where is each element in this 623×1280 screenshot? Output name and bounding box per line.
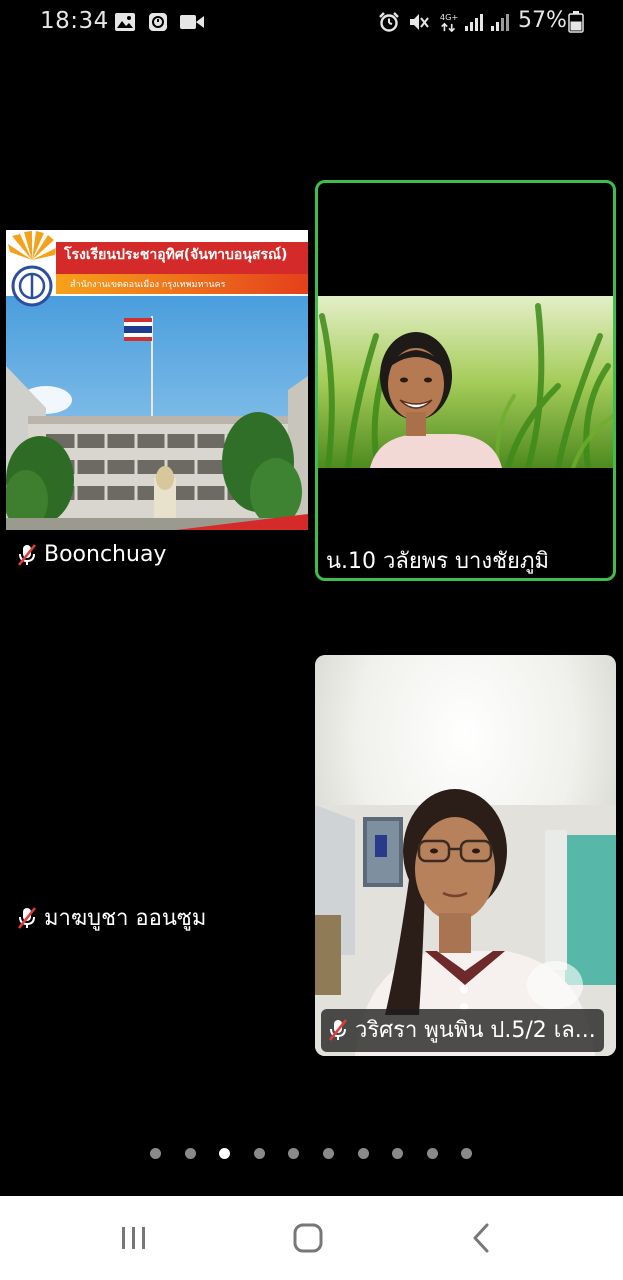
page-dot[interactable] — [426, 1148, 438, 1159]
signal-icon-2 — [491, 14, 509, 31]
participant-name-row: วริศรา พูนพิน ป.5/2 เล... — [321, 1009, 604, 1052]
school-banner-image — [6, 230, 308, 530]
video-icon — [180, 15, 204, 29]
alarm-icon — [379, 12, 399, 32]
participant-name: มาฆบูชา ออนซูม — [44, 906, 207, 931]
muted-mic-icon — [328, 1018, 348, 1041]
camera-feed — [315, 655, 616, 1056]
camera-feed — [318, 296, 613, 468]
battery-percent: 57% — [518, 8, 567, 33]
participant-name-row: มาฆบูชา ออนซูม — [16, 900, 206, 935]
participant-tile-video-off[interactable]: มาฆบูชา ออนซูม — [6, 656, 308, 1056]
participant-video — [318, 296, 613, 468]
participant-tile-camera[interactable]: วริศรา พูนพิน ป.5/2 เล... — [315, 655, 616, 1056]
back-icon[interactable] — [460, 1216, 504, 1260]
banner-title: โรงเรียนประชาอุทิศ(จันทาบอนุสรณ์) — [64, 247, 288, 263]
signal-icon — [465, 14, 483, 31]
network-label: 4G+ — [440, 12, 458, 22]
navigation-bar — [0, 1196, 623, 1280]
network-4g-plus-icon: 4G+ — [440, 12, 458, 32]
banner-subtitle: สำนักงานเขตดอนเมือง กรุงเทพมหานคร — [70, 280, 226, 290]
page-dot[interactable] — [461, 1148, 473, 1159]
participant-name: วริศรา พูนพิน ป.5/2 เล... — [355, 1018, 596, 1043]
image-icon — [115, 13, 135, 31]
page-dot[interactable] — [219, 1148, 231, 1159]
page-dot[interactable] — [392, 1148, 404, 1159]
page-dot[interactable] — [150, 1148, 161, 1159]
page-dot[interactable] — [253, 1148, 265, 1159]
participant-name: น.10 วลัยพร บางชัยภูมิ — [326, 549, 549, 574]
participant-name-pill: วริศรา พูนพิน ป.5/2 เล... — [321, 1009, 604, 1052]
battery-icon — [568, 11, 584, 33]
participant-tile-boonchuay[interactable]: โรงเรียนประชาอุทิศ(จันทาบอนุสรณ์) สำนักง… — [6, 180, 308, 582]
muted-mic-icon — [17, 906, 37, 929]
page-dot[interactable] — [184, 1148, 196, 1159]
page-dot[interactable] — [288, 1148, 300, 1159]
status-time: 18:34 — [40, 8, 109, 34]
muted-mic-icon — [17, 543, 37, 566]
timer-icon — [149, 13, 167, 31]
participant-video: โรงเรียนประชาอุทิศ(จันทาบอนุสรณ์) สำนักง… — [6, 230, 308, 530]
page-dot[interactable] — [357, 1148, 369, 1159]
mute-vibrate-icon — [410, 14, 429, 30]
participant-tile-active-speaker[interactable]: น.10 วลัยพร บางชัยภูมิ — [315, 180, 616, 581]
status-bar: 18:34 4G+ 57% — [0, 0, 623, 46]
recent-apps-icon[interactable] — [112, 1216, 156, 1260]
participant-name-row: Boonchuay — [16, 542, 166, 567]
page-dot[interactable] — [323, 1148, 334, 1159]
participant-video — [315, 655, 616, 1056]
participant-name-row: น.10 วลัยพร บางชัยภูมิ — [326, 543, 549, 578]
page-indicator[interactable] — [0, 1146, 623, 1160]
home-icon[interactable] — [286, 1216, 330, 1260]
participant-name: Boonchuay — [44, 542, 167, 567]
